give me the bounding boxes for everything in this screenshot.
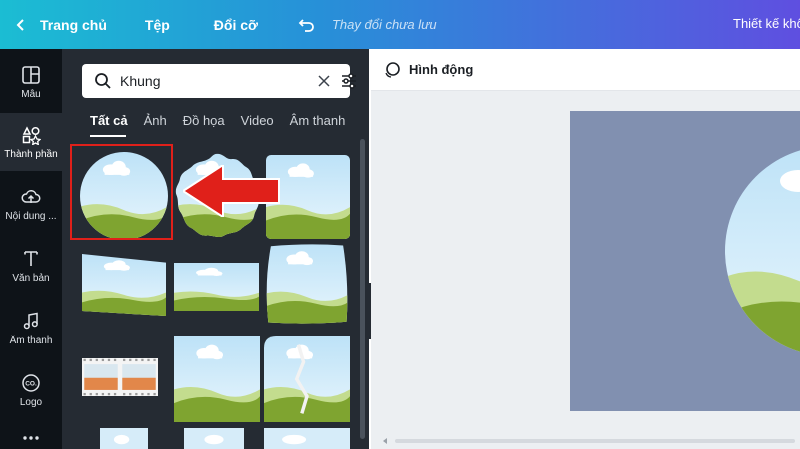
- frame-partial-2[interactable]: [184, 428, 244, 449]
- canvas-horizontal-scrollbar[interactable]: [383, 438, 800, 444]
- torn-frame-thumbnail: [264, 336, 350, 422]
- tab-audio[interactable]: Âm thanh: [290, 113, 346, 133]
- file-menu[interactable]: Tệp: [145, 17, 170, 33]
- frame-partial-3[interactable]: [264, 428, 350, 449]
- filter-sliders-icon[interactable]: [340, 72, 358, 90]
- partial-frame-thumbnail-1: [100, 428, 148, 449]
- frame-partial-1[interactable]: [100, 428, 148, 449]
- music-note-icon: [23, 312, 38, 330]
- chevron-left-icon: [16, 18, 24, 31]
- canvas-circle-frame[interactable]: [570, 111, 800, 411]
- rail-item-uploads[interactable]: Nội dung ...: [0, 175, 62, 233]
- home-label: Trang chủ: [40, 16, 107, 33]
- more-dots-icon: [23, 436, 39, 440]
- home-button[interactable]: Trang chủ: [14, 17, 107, 33]
- rail-label-logo: Logo: [19, 397, 43, 408]
- logo-badge-icon: CO.: [22, 374, 40, 392]
- partial-frame-thumbnail-3: [264, 428, 350, 449]
- elements-icon: [22, 126, 41, 145]
- tab-graphics[interactable]: Đồ họa: [183, 113, 225, 133]
- rail-item-audio[interactable]: Âm thanh: [0, 299, 62, 357]
- rail-item-templates[interactable]: Mẫu: [0, 55, 62, 113]
- tab-all[interactable]: Tất cả: [90, 113, 128, 133]
- panel-scrollbar[interactable]: [360, 139, 365, 439]
- highlight-box: [70, 144, 173, 240]
- red-arrow-icon: [183, 165, 280, 217]
- rail-item-logo[interactable]: CO. Logo: [0, 361, 62, 419]
- undo-button[interactable]: [298, 16, 316, 34]
- rail-label-audio: Âm thanh: [9, 335, 53, 346]
- text-t-icon: [24, 251, 38, 266]
- rail-label-text: Văn bản: [12, 273, 50, 284]
- canvas-toolbar: Hình động: [371, 49, 800, 91]
- frame-wide-rect[interactable]: [174, 263, 259, 311]
- frame-film-strip[interactable]: [82, 358, 158, 396]
- undo-icon: [298, 18, 314, 32]
- unsaved-status: Thay đổi chưa lưu: [331, 17, 437, 32]
- animate-icon: [385, 61, 400, 78]
- rail-label-elements: Thành phần: [4, 149, 58, 160]
- film-strip-frame-thumbnail: [82, 358, 158, 396]
- square-frame-thumbnail: [174, 336, 260, 422]
- template-grid-icon: [22, 66, 40, 84]
- frame-skewed[interactable]: [82, 254, 166, 316]
- active-tab-indicator: [90, 135, 126, 137]
- rail-item-elements[interactable]: Thành phần: [0, 113, 62, 171]
- rail-item-more[interactable]: [0, 423, 62, 449]
- category-tabs: Tất cả Ảnh Đồ họa Video Âm thanh: [90, 113, 361, 133]
- search-icon: [95, 73, 111, 89]
- design-page[interactable]: [570, 111, 800, 411]
- rail-item-text[interactable]: Văn bản: [0, 237, 62, 295]
- search-input[interactable]: [120, 73, 290, 89]
- top-bar: Trang chủ Tệp Đổi cỡ Thay đổi chưa lưu T…: [0, 0, 800, 49]
- animate-button[interactable]: Hình động: [409, 62, 473, 77]
- partial-frame-thumbnail-2: [184, 428, 244, 449]
- search-box: [82, 64, 356, 98]
- wavy-frame-thumbnail: [266, 244, 348, 324]
- rail-label-templates: Mẫu: [21, 89, 41, 100]
- tab-video[interactable]: Video: [241, 113, 274, 133]
- clear-icon[interactable]: [317, 74, 331, 88]
- cloud-upload-icon: [21, 190, 41, 203]
- rail-label-uploads: Nội dung ...: [5, 211, 57, 222]
- tab-photos[interactable]: Ảnh: [144, 113, 167, 133]
- frame-torn[interactable]: [264, 336, 350, 422]
- svg-text:CO.: CO.: [25, 381, 37, 388]
- skewed-frame-thumbnail: [82, 254, 166, 316]
- wide-rect-frame-thumbnail: [174, 263, 259, 311]
- frame-wavy[interactable]: [264, 243, 350, 325]
- left-rail: Mẫu Thành phần Nội dung ... Văn bản Âm t…: [0, 49, 62, 449]
- resize-menu[interactable]: Đổi cỡ: [214, 17, 258, 33]
- frame-square[interactable]: [174, 336, 260, 422]
- design-title[interactable]: Thiết kế khô: [733, 16, 800, 31]
